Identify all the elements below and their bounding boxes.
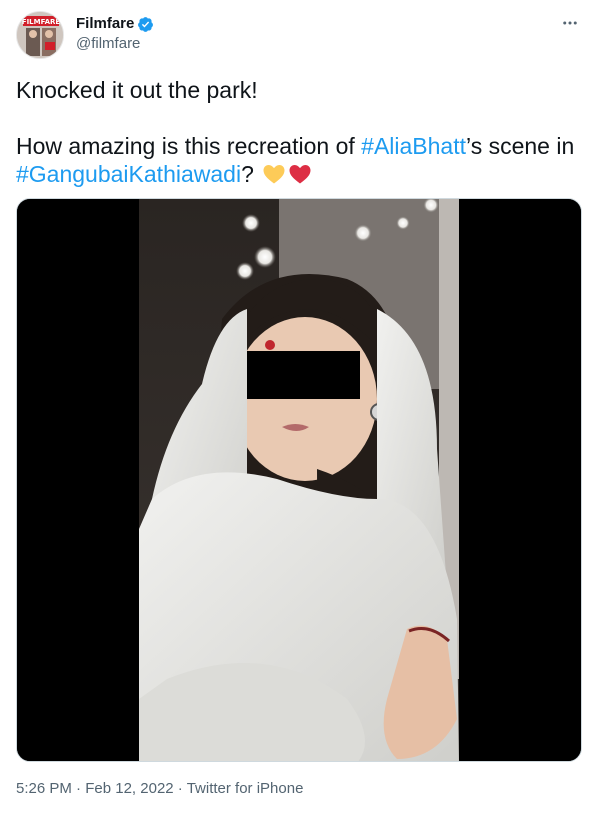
- more-horizontal-icon: [563, 21, 577, 25]
- tweet-text: Knocked it out the park! How amazing is …: [16, 76, 582, 188]
- red-heart-emoji: [289, 165, 311, 184]
- tweet-text-mid: ’s scene in: [466, 133, 575, 159]
- meta-separator: ·: [76, 780, 82, 797]
- author-handle[interactable]: @filmfare: [76, 34, 154, 54]
- tweet-text-prefix: How amazing is this recreation of: [16, 133, 362, 159]
- verified-badge-icon: [138, 16, 154, 32]
- tweet-source[interactable]: Twitter for iPhone: [187, 780, 304, 797]
- tweet-header: FILMFARE Filmfare @filmfare: [16, 11, 582, 59]
- tweet-line-2: How amazing is this recreation of #AliaB…: [16, 132, 582, 188]
- display-name[interactable]: Filmfare: [76, 14, 134, 34]
- tweet-line-1: Knocked it out the park!: [16, 77, 258, 103]
- yellow-heart-emoji: [263, 165, 285, 184]
- tweet-media-video[interactable]: [16, 198, 582, 762]
- hashtag-gangubaikathiawadi[interactable]: #GangubaiKathiawadi: [16, 161, 241, 187]
- tweet: FILMFARE Filmfare @filmfare Knocked it o…: [0, 0, 598, 816]
- video-thumbnail: [17, 199, 581, 761]
- avatar[interactable]: FILMFARE: [16, 11, 64, 59]
- hashtag-aliabhatt[interactable]: #AliaBhatt: [361, 133, 466, 159]
- tweet-text-suffix: ?: [241, 161, 254, 187]
- author-names: Filmfare @filmfare: [76, 14, 154, 54]
- tweet-meta: 5:26 PM · Feb 12, 2022 · Twitter for iPh…: [16, 779, 303, 799]
- more-options-button[interactable]: [558, 11, 582, 35]
- avatar-logo-text: FILMFARE: [22, 18, 61, 26]
- tweet-time[interactable]: 5:26 PM: [16, 780, 72, 797]
- tweet-date[interactable]: Feb 12, 2022: [85, 780, 173, 797]
- meta-separator: ·: [177, 780, 183, 797]
